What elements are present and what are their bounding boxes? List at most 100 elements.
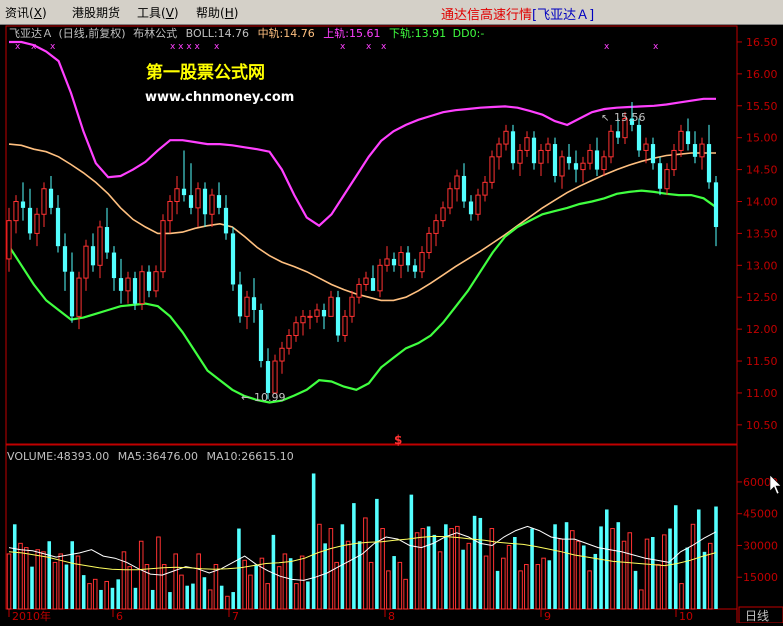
price-tick-label: 14.50 (746, 164, 778, 177)
candle-body-up (475, 194, 481, 215)
volume-bar-down (409, 494, 414, 609)
candle-body-up (6, 220, 12, 260)
candle-body-down (118, 278, 124, 291)
candle-body-up (489, 156, 495, 183)
volume-ma10: MA10:26615.10 (206, 450, 293, 463)
candle-body-up (244, 296, 250, 317)
candle-body-up (447, 188, 453, 209)
volume-bar-up (35, 549, 41, 610)
volume-bar-down (582, 545, 586, 609)
lower-band-value: 下轨:13.91 (389, 26, 446, 40)
candle-body-up (538, 149, 544, 164)
volume-bar-down (99, 589, 103, 609)
date-tick-label: 2010年 (12, 609, 51, 623)
volume-header: VOLUME:48393.00 MA5:36476.00 MA10:26615.… (7, 450, 294, 463)
candle-body-down (48, 188, 54, 208)
volume-bar-up (656, 564, 661, 610)
date-tick-label: 8 (388, 610, 395, 623)
volume-bar-up (506, 544, 512, 610)
volume-bar-down (650, 537, 655, 609)
candle-body-up (195, 188, 201, 209)
volume-bar-up (483, 555, 489, 610)
candle-body-down (90, 246, 96, 266)
candle-body-down (27, 207, 33, 234)
candle-body-down (132, 278, 138, 304)
candle-body-down (412, 265, 418, 272)
dd-value: DD0:- (453, 27, 485, 40)
boll-bands (8, 40, 717, 404)
candle-body-down (223, 207, 229, 234)
svg-text:x: x (604, 42, 610, 52)
volume-tick-label: 15000 (743, 571, 778, 584)
volume-bar-up (87, 583, 92, 610)
watermark-title: 第一股票公式网 (146, 62, 265, 83)
volume-bar-up (368, 561, 374, 610)
volume-bar-up (397, 561, 403, 610)
candle-body-up (293, 322, 299, 337)
candle-body-up (83, 245, 89, 279)
candle-body-down (510, 131, 516, 164)
candle-body-down (650, 144, 656, 164)
svg-text:x: x (214, 42, 220, 52)
candle-body-down (55, 207, 61, 247)
app-title: 通达信高速行情[飞亚达Ａ] (441, 8, 595, 23)
candle-body-down (552, 144, 558, 176)
volume-bar-up (52, 561, 58, 610)
volume-bar-up (380, 528, 385, 610)
event-marker: $ (394, 433, 402, 447)
indicator-header: 飞亚达Ａ (日线,前复权) 布林公式 BOLL:14.76 中轨:14.76 上… (9, 26, 484, 40)
candle-body-up (279, 347, 285, 362)
volume-bar-up (575, 540, 581, 610)
candle-body-up (608, 130, 614, 158)
volume-bar-up (414, 532, 420, 610)
volume-bar-up (104, 580, 109, 610)
candle-body-down (405, 252, 411, 266)
candle-body-up (580, 162, 586, 171)
candle-body-down (615, 131, 621, 138)
svg-text:x: x (50, 42, 56, 52)
svg-text:x: x (381, 42, 387, 52)
volume-bar-up (161, 564, 167, 610)
volume-ma10-line (8, 535, 717, 571)
volume-bar-up (6, 553, 12, 610)
volume-bar-up (41, 551, 46, 610)
volume-bar-up (707, 542, 713, 610)
price-tick-label: 12.50 (746, 291, 778, 304)
app-title-symbol: [飞亚达Ａ] (532, 8, 595, 23)
volume-bar-up (455, 525, 460, 610)
price-axis: 10.50 11.00 11.50 12.00 12.50 13.00 13.50 14.00… (737, 36, 778, 432)
candle-body-up (356, 283, 362, 298)
date-tick-label: 7 (232, 610, 239, 623)
menu-item-news[interactable]: 资讯(X) (5, 4, 47, 21)
volume-bar-up (144, 564, 150, 610)
volume-bar-up (403, 578, 408, 610)
mid-band-value: 中轨:14.76 (258, 26, 315, 40)
menu-item-hk-futures[interactable]: 港股期货 (72, 4, 120, 21)
candles (6, 101, 719, 400)
volume-bar-up (345, 540, 351, 610)
svg-text:x: x (366, 42, 372, 52)
candle-body-up (559, 156, 565, 177)
volume-bar-down (323, 543, 327, 609)
menu-item-help[interactable]: 帮助(H) (196, 4, 238, 21)
volume-bar-up (363, 517, 368, 610)
candle-body-down (265, 361, 271, 393)
price-tick-label: 11.50 (746, 355, 778, 368)
high-marker: ↖ (601, 113, 609, 124)
candle-body-up (307, 315, 313, 318)
period-label[interactable]: 日线 (745, 609, 769, 623)
volume-bars (6, 473, 718, 610)
candle-body-down (573, 163, 579, 170)
candle-body-up (419, 252, 425, 273)
high-annotation: 15.56 (614, 111, 646, 124)
candle-body-up (440, 207, 446, 222)
date-tick-label: 10 (679, 610, 693, 623)
candle-body-up (503, 130, 509, 145)
candle-body-down (188, 195, 194, 208)
candle-body-up (314, 309, 320, 317)
volume-bar-down (432, 534, 437, 609)
menu-item-tools[interactable]: 工具(V) (137, 4, 179, 21)
candle-body-down (391, 258, 397, 266)
candle-body-up (286, 335, 292, 349)
candle-body-up (363, 277, 369, 285)
